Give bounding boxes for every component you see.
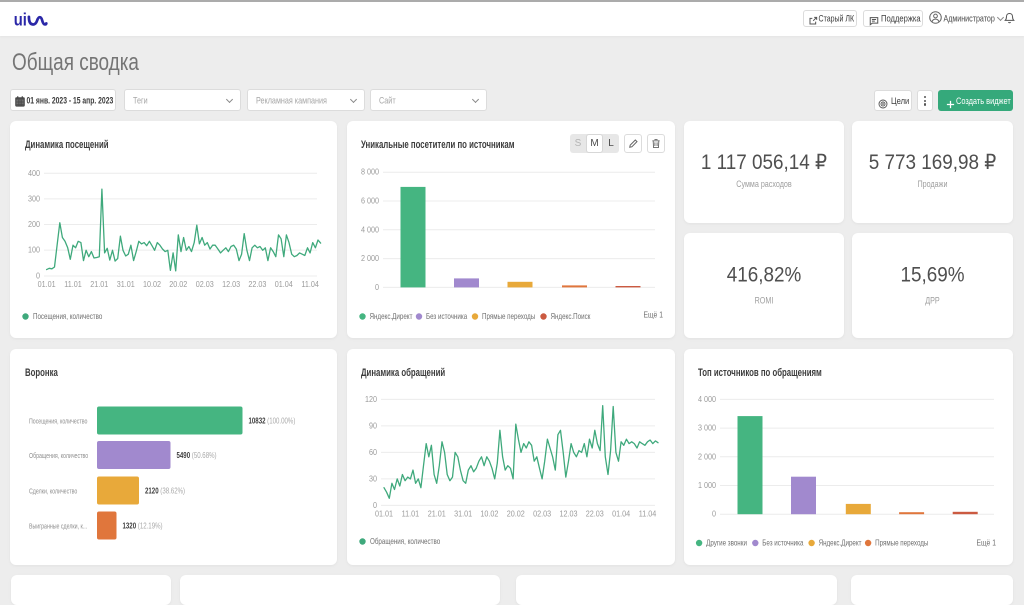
svg-text:ui: ui [14,10,27,30]
svg-text:Общая сводка: Общая сводка [12,48,140,76]
